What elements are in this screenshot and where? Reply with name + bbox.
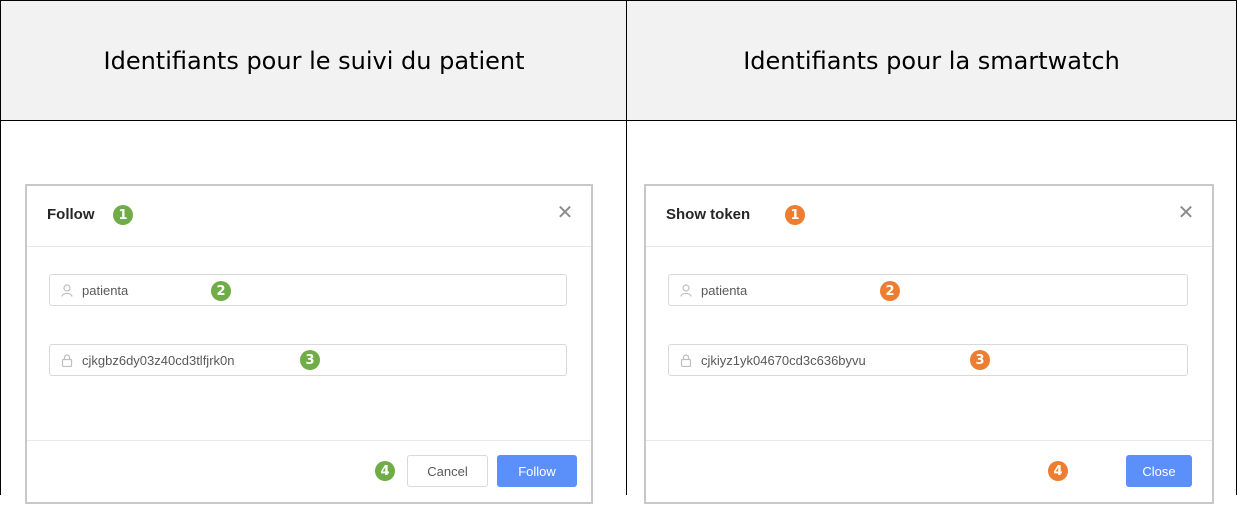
lock-icon	[679, 353, 693, 367]
column-header-patient: Identifiants pour le suivi du patient	[0, 0, 627, 121]
step-badge: 1	[785, 205, 805, 225]
username-value: patienta	[701, 282, 748, 298]
token-value: cjkgbz6dy03z40cd3tlfjrk0n	[82, 352, 235, 368]
show-token-modal: Show token 1 ✕ patienta 2 cjkiyz1yk04670…	[644, 184, 1214, 504]
step-badge: 3	[970, 350, 990, 370]
column-header-text: Identifiants pour la smartwatch	[743, 46, 1120, 75]
step-badge: 4	[1048, 461, 1068, 481]
follow-button[interactable]: Follow	[497, 455, 577, 487]
column-header-text: Identifiants pour le suivi du patient	[103, 46, 525, 75]
cancel-button[interactable]: Cancel	[407, 455, 488, 487]
username-value: patienta	[82, 282, 129, 298]
modal-footer: 4 Close	[646, 440, 1212, 511]
step-badge: 3	[300, 350, 320, 370]
step-badge: 2	[880, 281, 900, 301]
follow-modal: Follow 1 ✕ patienta 2 cjkgbz6dy03z40cd3t…	[25, 184, 593, 504]
modal-title: Show token	[666, 206, 751, 223]
modal-title: Follow	[47, 206, 95, 223]
close-icon[interactable]: ✕	[553, 200, 577, 224]
close-button[interactable]: Close	[1126, 455, 1192, 487]
modal-header: Follow 1 ✕	[27, 186, 591, 247]
modal-footer: 4 Cancel Follow	[27, 440, 591, 511]
step-badge: 2	[211, 281, 231, 301]
username-input[interactable]: patienta	[49, 274, 567, 306]
token-input[interactable]: cjkiyz1yk04670cd3c636byvu	[668, 344, 1188, 376]
step-badge: 4	[375, 461, 395, 481]
token-value: cjkiyz1yk04670cd3c636byvu	[701, 352, 866, 368]
user-icon	[679, 283, 693, 297]
column-header-smartwatch: Identifiants pour la smartwatch	[626, 0, 1237, 121]
username-input[interactable]: patienta	[668, 274, 1188, 306]
user-icon	[60, 283, 74, 297]
close-icon[interactable]: ✕	[1174, 200, 1198, 224]
modal-header: Show token 1 ✕	[646, 186, 1212, 247]
lock-icon	[60, 353, 74, 367]
step-badge: 1	[113, 205, 133, 225]
